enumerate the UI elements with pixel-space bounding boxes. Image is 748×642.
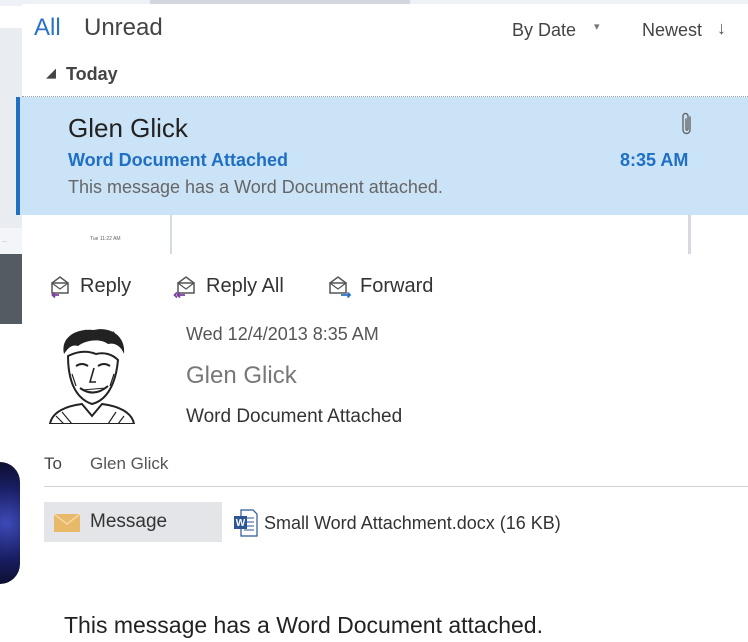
email-subject: Word Document Attached	[186, 406, 403, 427]
svg-text:W: W	[236, 518, 246, 529]
background-text: …	[2, 238, 7, 244]
message-subject: Word Document Attached	[68, 150, 289, 170]
email-body: This message has a Word Document attache…	[64, 612, 543, 638]
background-image-fragment	[0, 462, 20, 584]
filter-unread-tab[interactable]: Unread	[84, 14, 163, 42]
to-label: To	[44, 454, 62, 473]
reply-label: Reply	[80, 274, 132, 297]
arrow-down-icon[interactable]: ↓	[717, 18, 726, 39]
reading-pane: Reply Reply All Forward Wed 12/4/2013 8:…	[22, 254, 748, 642]
message-tab-label: Message	[90, 511, 168, 532]
reply-all-icon	[173, 276, 195, 298]
caret-down-icon[interactable]: ▾	[594, 20, 600, 33]
forward-icon	[329, 276, 352, 298]
background-text: Tue 11:22 AM	[90, 236, 121, 242]
collapse-triangle-icon[interactable]: ◢	[46, 65, 56, 81]
background-divider	[170, 214, 172, 258]
email-sender[interactable]: Glen Glick	[186, 362, 297, 390]
message-time: 8:35 AM	[620, 150, 689, 170]
envelope-icon	[54, 514, 80, 532]
paperclip-icon	[682, 112, 691, 135]
email-date: Wed 12/4/2013 8:35 AM	[186, 324, 379, 344]
message-preview: This message has a Word Document attache…	[68, 177, 443, 197]
reply-all-label: Reply All	[206, 274, 284, 297]
selection-indicator	[16, 97, 20, 215]
reply-button[interactable]: Reply	[48, 272, 131, 300]
message-sender: Glen Glick	[68, 113, 188, 143]
filter-all-tab[interactable]: All	[34, 14, 61, 42]
message-list-item-selected[interactable]: Glen Glick Word Document Attached This m…	[16, 97, 748, 215]
word-document-icon: W	[234, 509, 258, 537]
group-header-today[interactable]: ◢ Today	[22, 56, 748, 97]
message-tab[interactable]: Message	[44, 502, 222, 542]
forward-button[interactable]: Forward	[326, 272, 433, 300]
sort-order-button[interactable]: Newest	[642, 20, 702, 41]
message-list-header: All Unread By Date ▾ Newest ↓	[22, 4, 748, 54]
to-recipient[interactable]: Glen Glick	[90, 454, 168, 474]
sender-avatar	[42, 324, 140, 424]
background-fragment	[0, 254, 22, 324]
attachment-name: Small Word Attachment.docx (16 KB)	[264, 512, 561, 533]
attachment-item[interactable]: W Small Word Attachment.docx (16 KB)	[234, 506, 561, 540]
sort-by-date-button[interactable]: By Date	[512, 20, 576, 41]
group-label: Today	[66, 64, 118, 84]
divider	[44, 486, 748, 487]
reply-icon	[51, 276, 69, 298]
forward-label: Forward	[360, 274, 434, 297]
reply-all-button[interactable]: Reply All	[172, 272, 284, 300]
background-divider	[688, 214, 691, 258]
